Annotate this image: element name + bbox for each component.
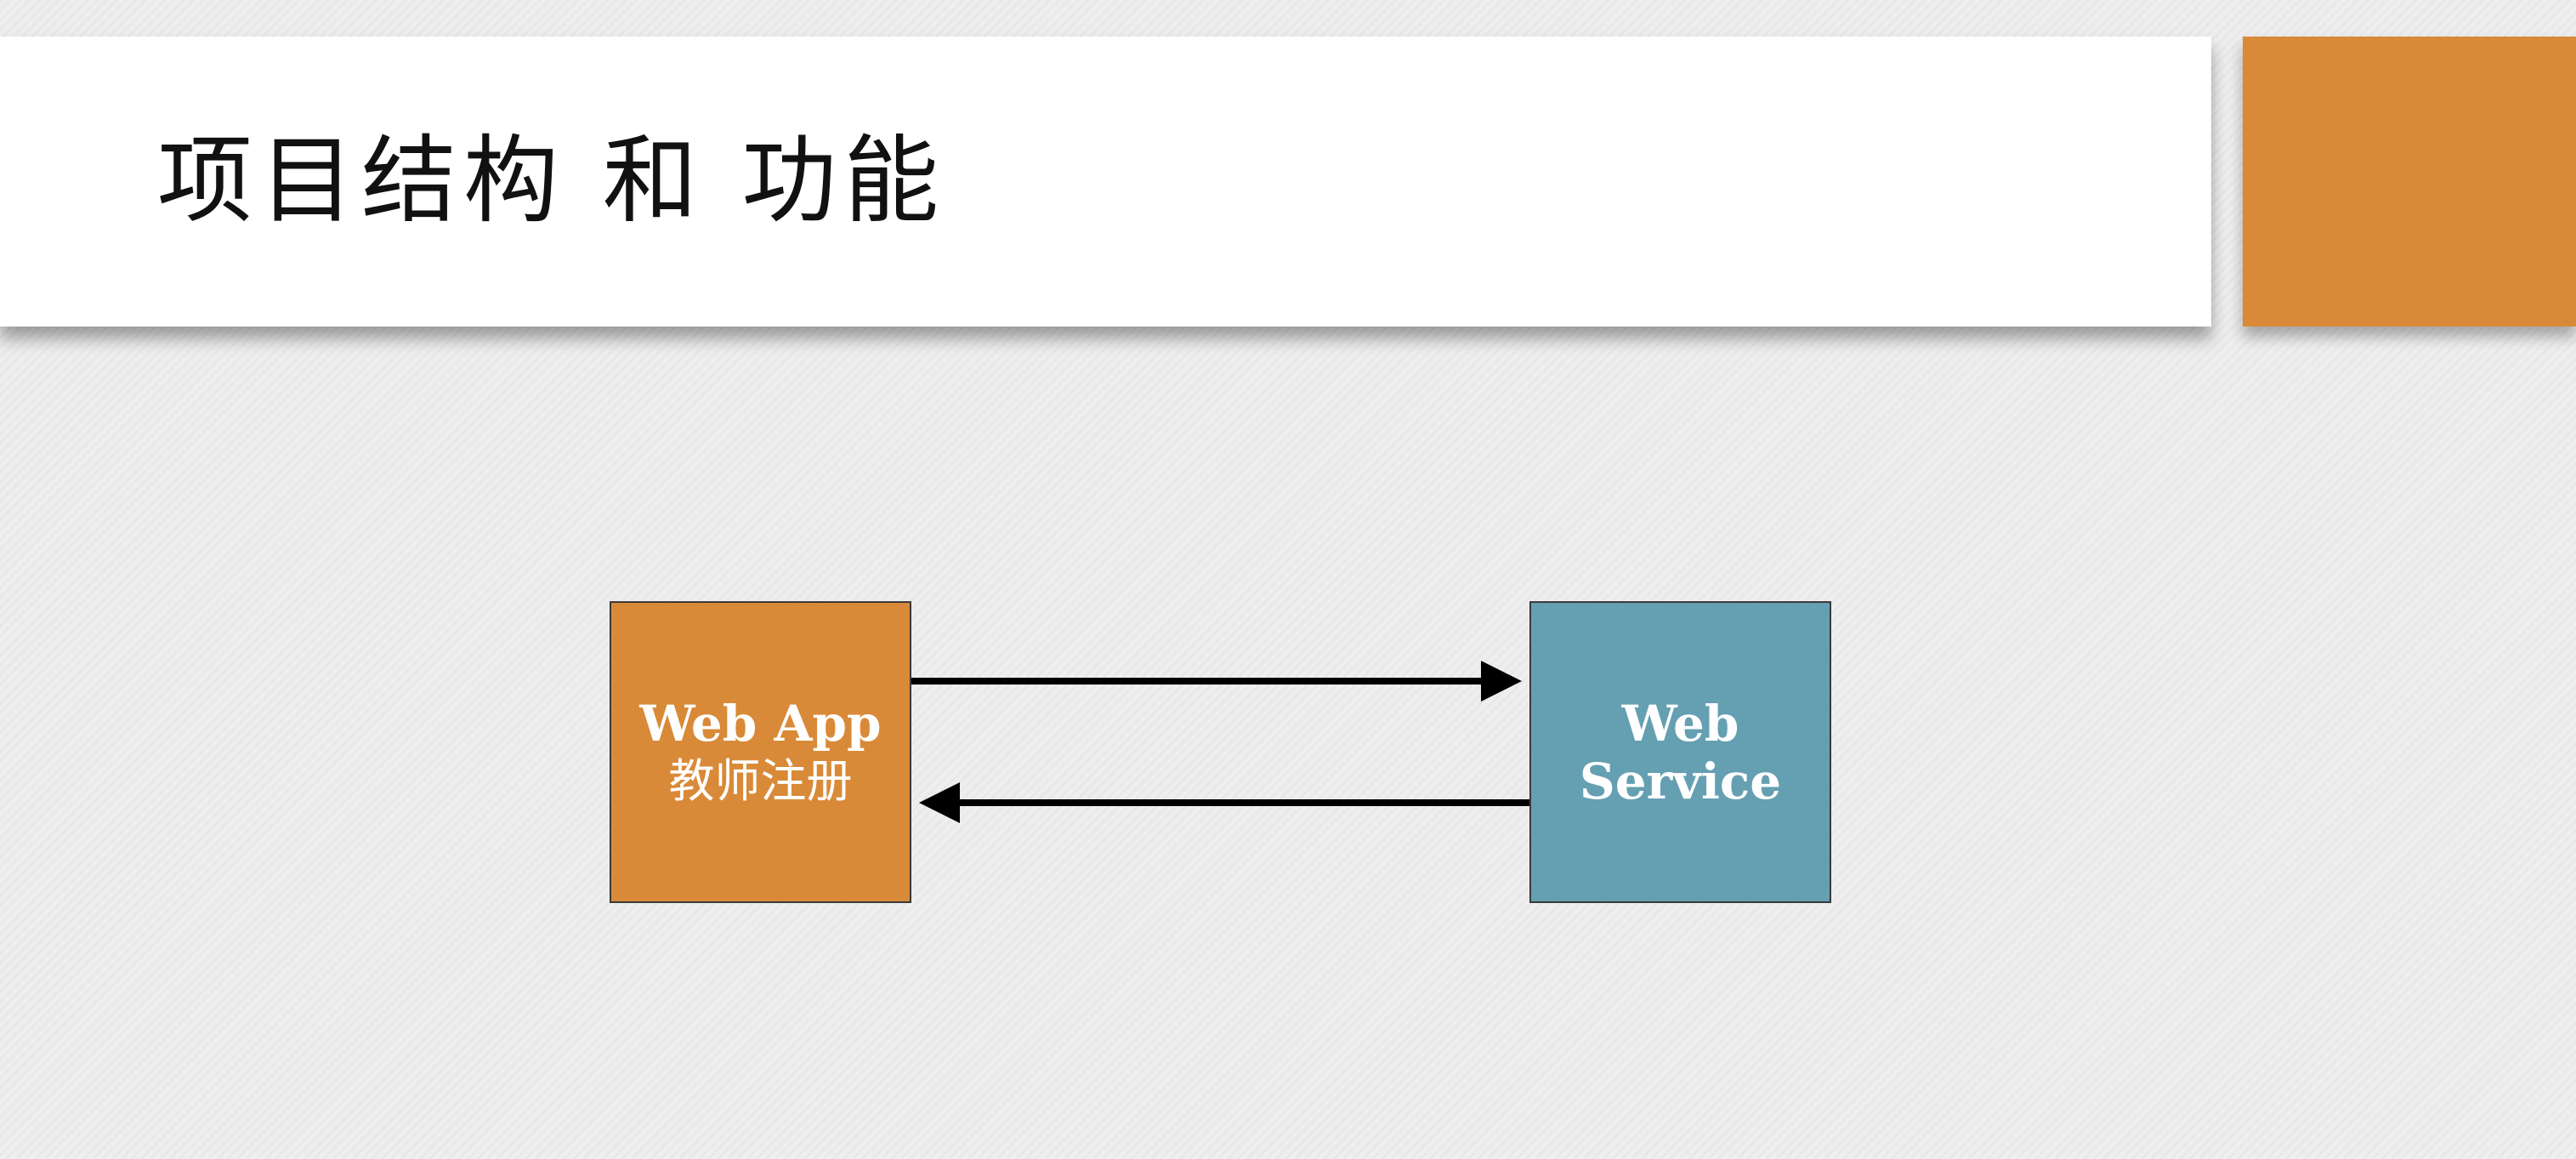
web-app-title: Web App bbox=[639, 694, 882, 753]
web-app-node: Web App 教师注册 bbox=[610, 601, 911, 903]
web-service-node: Web Service bbox=[1529, 601, 1831, 903]
web-service-title-line1: Web bbox=[1621, 694, 1739, 753]
web-service-title-line2: Service bbox=[1579, 752, 1782, 810]
accent-block bbox=[2243, 37, 2576, 327]
title-bar: 项目结构 和 功能 bbox=[0, 37, 2211, 327]
slide-title: 项目结构 和 功能 bbox=[157, 126, 946, 236]
web-app-subtitle: 教师注册 bbox=[668, 753, 853, 808]
